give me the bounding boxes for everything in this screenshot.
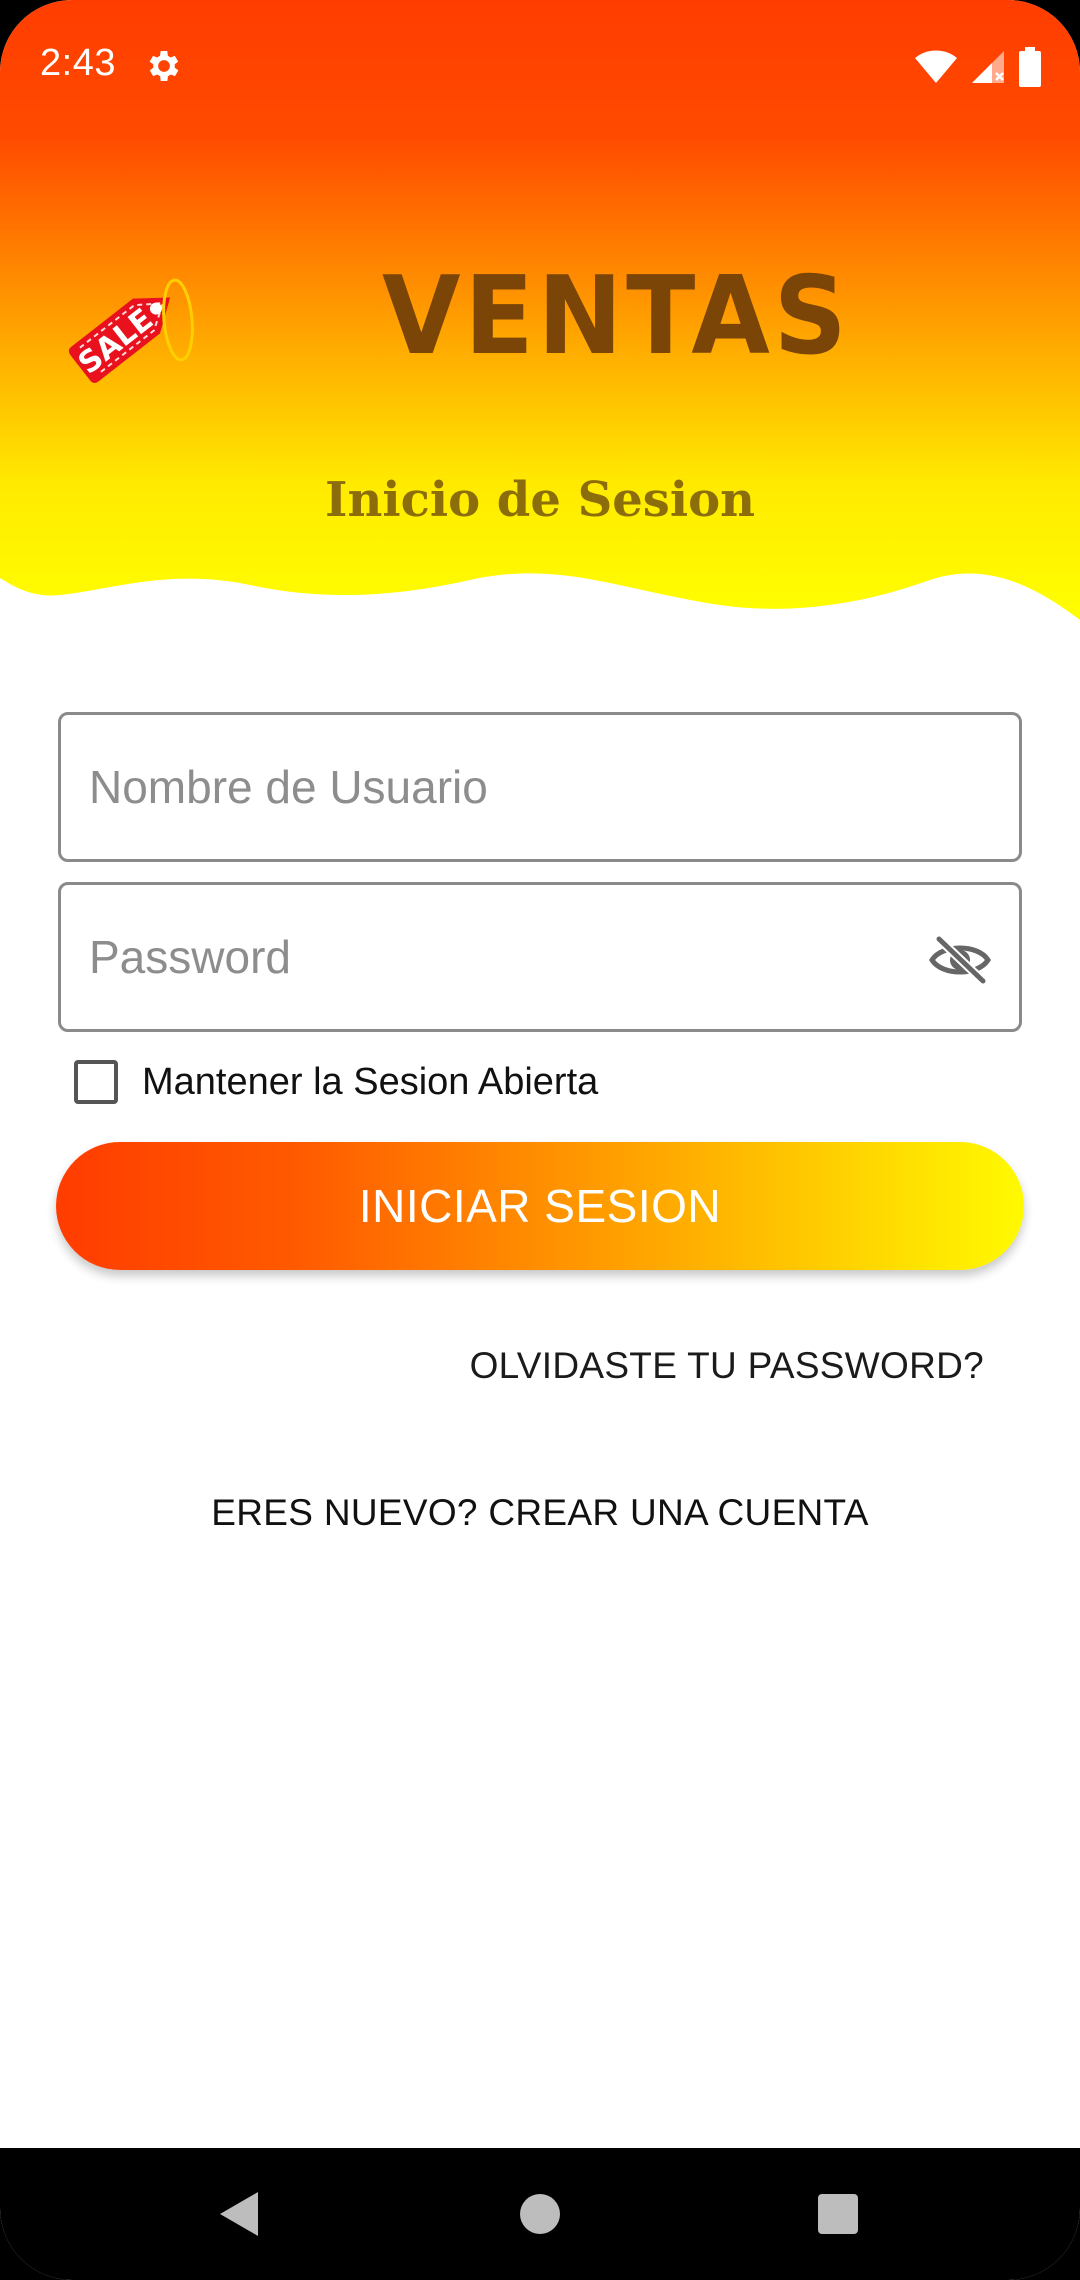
- gear-icon: [149, 51, 179, 81]
- remember-session[interactable]: Mantener la Sesion Abierta: [74, 1057, 598, 1107]
- app-title: VENTAS: [382, 254, 851, 379]
- username-input[interactable]: [89, 715, 929, 859]
- username-field[interactable]: [58, 712, 1022, 862]
- home-icon[interactable]: [520, 2194, 560, 2234]
- back-icon[interactable]: [218, 2190, 260, 2238]
- forgot-password-link[interactable]: OLVIDASTE TU PASSWORD?: [470, 1345, 984, 1387]
- app-screen: 2:43 SALE VENTAS Inicio de Sesion Nombre…: [0, 0, 1080, 2280]
- battery-icon: [1019, 47, 1041, 87]
- wifi-icon: [915, 50, 957, 83]
- navigation-bar: [0, 2148, 1080, 2280]
- sale-tag-logo: SALE: [68, 278, 194, 383]
- create-account-link[interactable]: ERES NUEVO? CREAR UNA CUENTA: [0, 1492, 1080, 1534]
- status-icons: [914, 46, 1042, 88]
- header: 2:43 SALE VENTAS Inicio de Sesion: [0, 0, 1080, 640]
- remember-label: Mantener la Sesion Abierta: [142, 1060, 599, 1103]
- password-field[interactable]: [58, 882, 1022, 1032]
- password-input[interactable]: [89, 885, 929, 1029]
- status-bar: 2:43: [0, 0, 1080, 130]
- page-subtitle: Inicio de Sesion: [325, 472, 755, 528]
- eye-off-icon[interactable]: [929, 935, 991, 985]
- status-time: 2:43: [40, 42, 116, 84]
- recents-icon[interactable]: [818, 2194, 858, 2234]
- login-button[interactable]: INICIAR SESION: [56, 1142, 1024, 1270]
- remember-checkbox[interactable]: [74, 1060, 118, 1104]
- signal-icon: [972, 51, 1004, 83]
